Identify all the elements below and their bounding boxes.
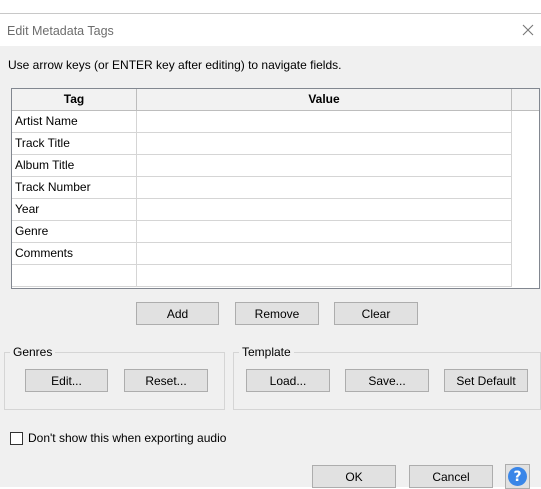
metadata-grid: Tag Value Artist Name Track Title Album … — [11, 88, 540, 289]
table-row: Comments — [12, 243, 512, 265]
value-cell[interactable] — [137, 221, 512, 242]
value-cell[interactable] — [137, 177, 512, 198]
genres-edit-button[interactable]: Edit... — [25, 369, 108, 392]
table-row: Genre — [12, 221, 512, 243]
dont-show-checkbox-label[interactable]: Don't show this when exporting audio — [28, 431, 226, 445]
column-header-tag[interactable]: Tag — [12, 89, 137, 110]
template-load-button[interactable]: Load... — [246, 369, 330, 392]
column-header-value[interactable]: Value — [137, 89, 512, 110]
table-row: Track Title — [12, 133, 512, 155]
tag-cell[interactable]: Artist Name — [12, 111, 137, 132]
cancel-button[interactable]: Cancel — [409, 465, 493, 488]
instructions-text: Use arrow keys (or ENTER key after editi… — [8, 58, 342, 72]
ok-button[interactable]: OK — [312, 465, 396, 488]
title-bar: Edit Metadata Tags — [0, 14, 541, 46]
tag-cell[interactable]: Comments — [12, 243, 137, 264]
table-row: Album Title — [12, 155, 512, 177]
help-icon: ? — [508, 467, 527, 486]
tag-cell[interactable]: Album Title — [12, 155, 137, 176]
add-button[interactable]: Add — [136, 302, 219, 325]
value-cell[interactable] — [137, 243, 512, 264]
grid-header: Tag Value — [12, 89, 539, 111]
table-row — [12, 265, 512, 287]
clear-button[interactable]: Clear — [334, 302, 418, 325]
table-row: Artist Name — [12, 111, 512, 133]
close-icon[interactable] — [517, 19, 539, 41]
dont-show-checkbox[interactable] — [10, 432, 23, 445]
table-row: Year — [12, 199, 512, 221]
template-set-default-button[interactable]: Set Default — [444, 369, 528, 392]
value-cell[interactable] — [137, 265, 512, 286]
value-cell[interactable] — [137, 199, 512, 220]
window-title: Edit Metadata Tags — [7, 24, 114, 38]
template-group-label: Template — [239, 345, 294, 359]
genres-reset-button[interactable]: Reset... — [124, 369, 208, 392]
table-row: Track Number — [12, 177, 512, 199]
value-cell[interactable] — [137, 133, 512, 154]
grid-rows: Artist Name Track Title Album Title Trac… — [12, 111, 512, 287]
tag-cell[interactable]: Genre — [12, 221, 137, 242]
remove-button[interactable]: Remove — [235, 302, 319, 325]
tag-cell[interactable]: Track Number — [12, 177, 137, 198]
value-cell[interactable] — [137, 155, 512, 176]
template-save-button[interactable]: Save... — [345, 369, 429, 392]
tag-cell[interactable]: Year — [12, 199, 137, 220]
value-cell[interactable] — [137, 111, 512, 132]
help-button[interactable]: ? — [505, 464, 530, 489]
tag-cell[interactable] — [12, 265, 137, 286]
tag-cell[interactable]: Track Title — [12, 133, 137, 154]
column-header-blank — [512, 89, 539, 110]
genres-group-label: Genres — [10, 345, 56, 359]
edit-metadata-dialog: Edit Metadata Tags Use arrow keys (or EN… — [0, 13, 541, 489]
